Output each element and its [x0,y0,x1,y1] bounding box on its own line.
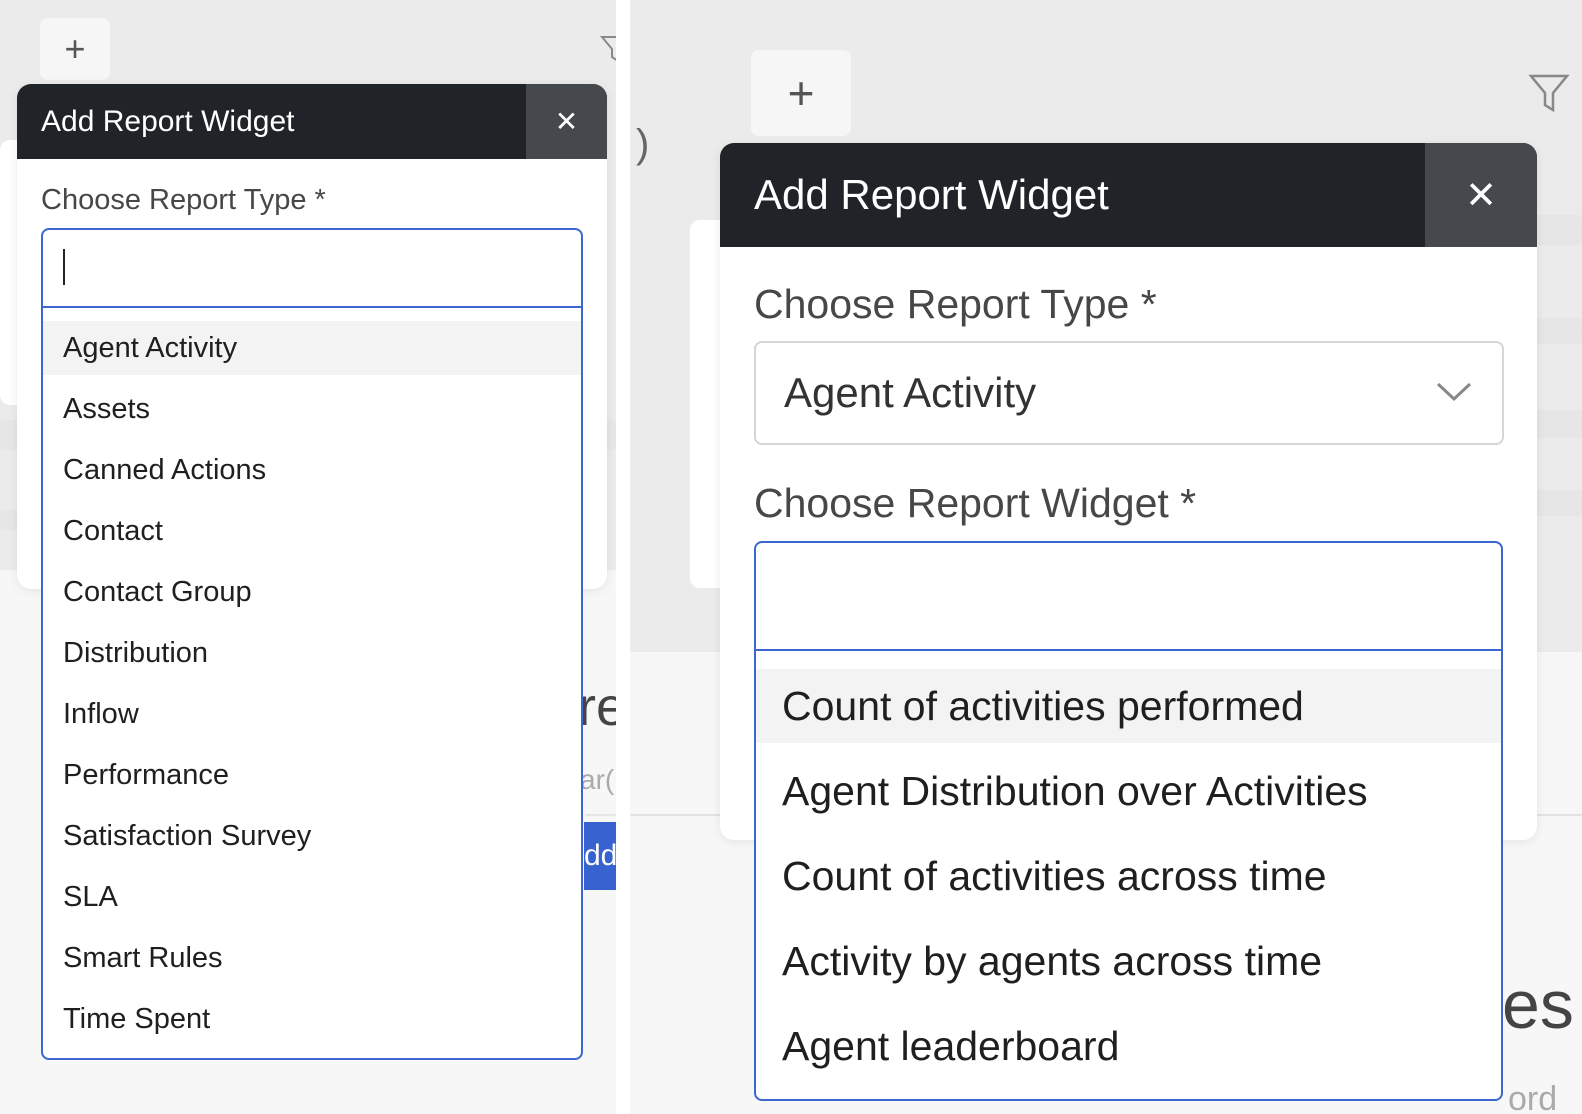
filter-icon[interactable] [1528,72,1570,114]
background-add-button: dd [584,822,616,890]
option-inflow[interactable]: Inflow [43,687,581,741]
option-count-of-activities-across-time[interactable]: Count of activities across time [756,839,1501,913]
option-agent-distribution-over-activities[interactable]: Agent Distribution over Activities [756,754,1501,828]
option-activity-by-agents-across-time[interactable]: Activity by agents across time [756,924,1501,998]
modal-header: Add Report Widget ✕ [17,84,607,159]
modal-title: Add Report Widget [41,104,295,138]
option-label: Distribution [63,636,209,669]
plus-icon: + [64,28,86,69]
chevron-down-icon [1436,382,1472,402]
option-label: Assets [63,392,151,425]
option-label: Count of activities across time [782,852,1327,899]
report-type-dropdown: Agent Activity Assets Canned Actions Con… [41,228,583,1060]
report-type-selected-value: Agent Activity [784,369,1037,416]
add-widget-button[interactable]: + [751,50,851,136]
background-search-fragment: ord [1508,1080,1558,1114]
option-label: Agent leaderboard [782,1022,1120,1069]
close-button[interactable]: ✕ [526,84,607,159]
background-heading-fragment: re [578,677,616,737]
filter-icon[interactable] [600,34,616,64]
modal-title: Add Report Widget [754,171,1109,218]
background-divider [585,814,616,816]
report-widget-search-input[interactable] [756,543,1501,651]
option-time-spent[interactable]: Time Spent [43,992,581,1046]
option-label: Agent Activity [63,331,238,364]
option-contact[interactable]: Contact [43,504,581,558]
close-button[interactable]: ✕ [1425,143,1537,247]
option-label: SLA [63,880,118,913]
option-label: Count of activities performed [782,682,1304,729]
option-smart-rules[interactable]: Smart Rules [43,931,581,985]
option-label: Inflow [63,697,139,730]
option-distribution[interactable]: Distribution [43,626,581,680]
option-satisfaction-survey[interactable]: Satisfaction Survey [43,809,581,863]
background-paren: ) [636,122,650,166]
option-label: Agent Distribution over Activities [782,767,1368,814]
option-label: Performance [63,758,230,791]
panel-divider [616,0,630,1114]
modal-header: Add Report Widget ✕ [720,143,1537,247]
report-type-select[interactable]: Agent Activity [754,341,1504,445]
option-performance[interactable]: Performance [43,748,581,802]
option-label: Contact [63,514,163,547]
background-heading-fragment: es [1502,967,1574,1043]
option-label: Activity by agents across time [782,937,1323,984]
option-label: Time Spent [63,1002,211,1035]
report-type-label: Choose Report Type * [754,281,1157,327]
background-search-fragment: ar( [580,764,615,795]
option-contact-group[interactable]: Contact Group [43,565,581,619]
background-bar [1530,410,1582,438]
option-agent-activity[interactable]: Agent Activity [43,321,581,375]
option-label: Satisfaction Survey [63,819,312,852]
report-widget-options: Count of activities performed Agent Dist… [756,651,1501,1083]
option-label: Contact Group [63,575,252,608]
left-panel: re ar( dd + Add Report Widget ✕ Choose R… [0,0,616,1114]
background-bar [1530,490,1582,516]
report-widget-label: Choose Report Widget * [754,480,1197,526]
option-agent-leaderboard[interactable]: Agent leaderboard [756,1009,1501,1083]
option-count-of-activities-performed[interactable]: Count of activities performed [756,669,1501,743]
right-panel: ) es ord + Add Report Widget ✕ Choose Re… [630,0,1582,1114]
option-assets[interactable]: Assets [43,382,581,436]
background-bar [1530,215,1582,245]
plus-icon: + [787,67,815,119]
option-canned-actions[interactable]: Canned Actions [43,443,581,497]
report-widget-dropdown: Count of activities performed Agent Dist… [754,541,1503,1101]
option-label: Smart Rules [63,941,223,974]
add-widget-button[interactable]: + [40,18,110,80]
close-icon: ✕ [554,106,579,137]
report-type-search-input[interactable] [43,230,581,308]
option-sla[interactable]: SLA [43,870,581,924]
background-add-button-label: dd [584,839,616,872]
option-label: Canned Actions [63,453,267,486]
report-type-options: Agent Activity Assets Canned Actions Con… [43,308,581,1046]
background-bar [1530,318,1582,344]
text-cursor [63,249,65,285]
report-type-label: Choose Report Type * [41,184,326,216]
close-icon: ✕ [1465,174,1497,217]
